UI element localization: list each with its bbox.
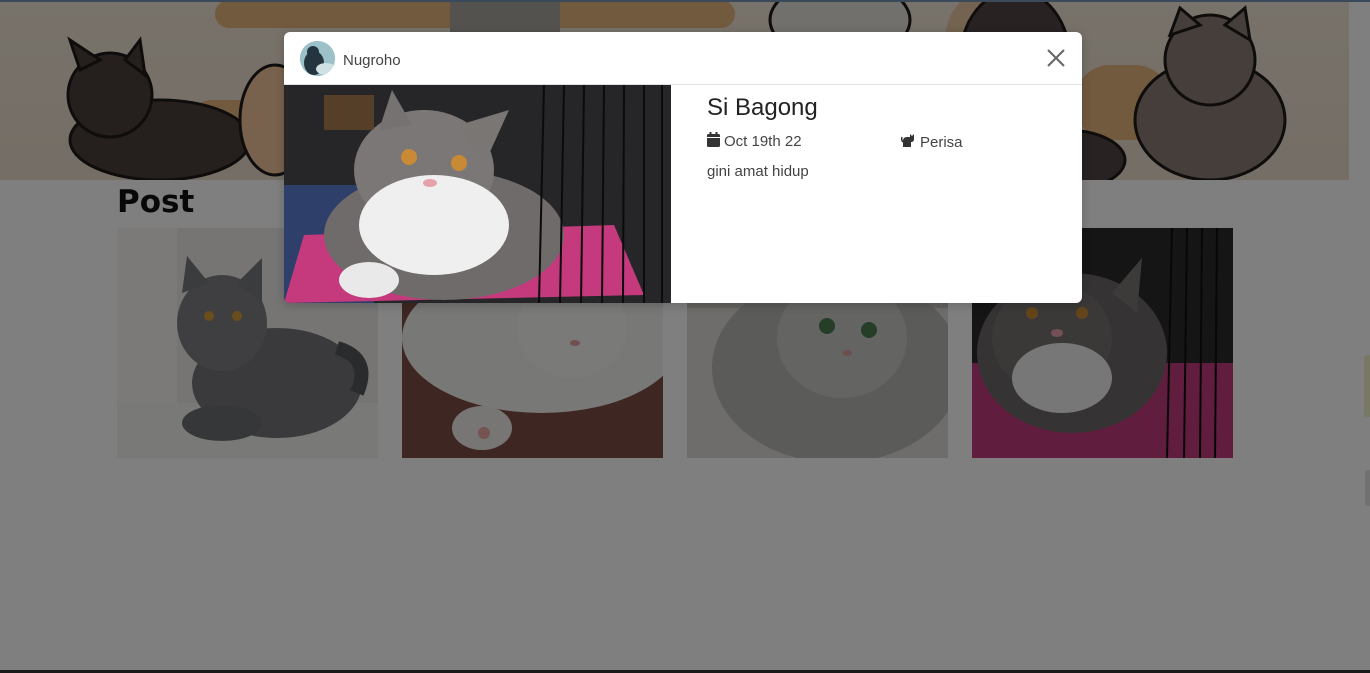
post-caption: gini amat hidup: [707, 163, 809, 180]
user-avatar[interactable]: [300, 41, 335, 76]
post-detail-modal: Nugroho Si Bagong Oct 19th 22 Perisa gin…: [284, 32, 1082, 303]
user-name[interactable]: Nugroho: [343, 52, 401, 69]
window-top-edge: [0, 0, 1370, 2]
modal-header: Nugroho: [284, 32, 1082, 85]
post-title: Si Bagong: [707, 94, 818, 121]
post-breed-text: Perisa: [920, 133, 963, 151]
post-breed: Perisa: [900, 132, 963, 152]
grey-white-cat-in-cage-photo: [284, 85, 671, 303]
cat-icon: [900, 132, 917, 152]
post-image: [284, 85, 671, 303]
post-details: Si Bagong Oct 19th 22 Perisa gini amat h…: [707, 85, 1067, 303]
post-date: Oct 19th 22: [707, 132, 802, 151]
calendar-icon: [707, 132, 720, 151]
close-icon[interactable]: [1044, 46, 1068, 70]
post-date-text: Oct 19th 22: [724, 133, 802, 150]
